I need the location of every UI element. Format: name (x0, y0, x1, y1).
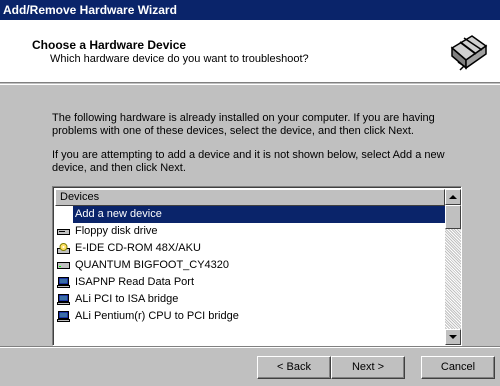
window-title: Add/Remove Hardware Wizard (3, 3, 177, 17)
computer-icon (57, 294, 70, 305)
page-subtitle: Which hardware device do you want to tro… (50, 53, 309, 65)
hardware-wizard-icon (447, 29, 491, 73)
devices-list[interactable]: Devices Add a new device Floppy disk dri… (52, 186, 462, 346)
button-area-separator (0, 346, 500, 348)
list-item-isapnp[interactable]: ISAPNP Read Data Port (55, 274, 445, 291)
devices-scrollbar[interactable] (445, 189, 461, 345)
instructions-paragraph-1: The following hardware is already instal… (52, 112, 435, 137)
list-item-pci-isa-bridge[interactable]: ALi PCI to ISA bridge (55, 291, 445, 308)
computer-icon (57, 311, 70, 322)
list-item-label: ALi PCI to ISA bridge (75, 293, 179, 305)
scroll-down-button[interactable] (445, 329, 461, 345)
list-item-floppy[interactable]: Floppy disk drive (55, 223, 445, 240)
header-separator (0, 84, 500, 85)
list-item-label: Floppy disk drive (75, 225, 158, 237)
list-item-label: ALi Pentium(r) CPU to PCI bridge (75, 310, 239, 322)
list-item-label: QUANTUM BIGFOOT_CY4320 (75, 259, 230, 271)
title-bar[interactable]: Add/Remove Hardware Wizard (0, 0, 500, 20)
next-button[interactable]: Next > (331, 356, 405, 379)
list-item-add-new-device[interactable]: Add a new device (55, 206, 445, 223)
page-title: Choose a Hardware Device (32, 38, 187, 52)
list-item-label: ISAPNP Read Data Port (75, 276, 195, 288)
cdrom-icon (57, 243, 70, 254)
back-button[interactable]: < Back (257, 356, 331, 379)
instructions-paragraph-2: If you are attempting to add a device an… (52, 149, 445, 174)
arrow-up-icon (449, 195, 457, 199)
list-item-label: E-IDE CD-ROM 48X/AKU (75, 242, 201, 254)
devices-column-header[interactable]: Devices (55, 189, 445, 206)
scroll-up-button[interactable] (445, 189, 461, 205)
computer-icon (57, 277, 70, 288)
cancel-button[interactable]: Cancel (421, 356, 495, 379)
floppy-drive-icon (57, 229, 70, 235)
hard-disk-icon (57, 262, 70, 269)
list-item-cdrom[interactable]: E-IDE CD-ROM 48X/AKU (55, 240, 445, 257)
list-item-hard-disk[interactable]: QUANTUM BIGFOOT_CY4320 (55, 257, 445, 274)
wizard-header: Choose a Hardware Device Which hardware … (0, 20, 500, 83)
list-item-label: Add a new device (73, 206, 445, 223)
scroll-thumb[interactable] (445, 205, 461, 229)
arrow-down-icon (449, 335, 457, 339)
list-item-cpu-pci-bridge[interactable]: ALi Pentium(r) CPU to PCI bridge (55, 308, 445, 325)
